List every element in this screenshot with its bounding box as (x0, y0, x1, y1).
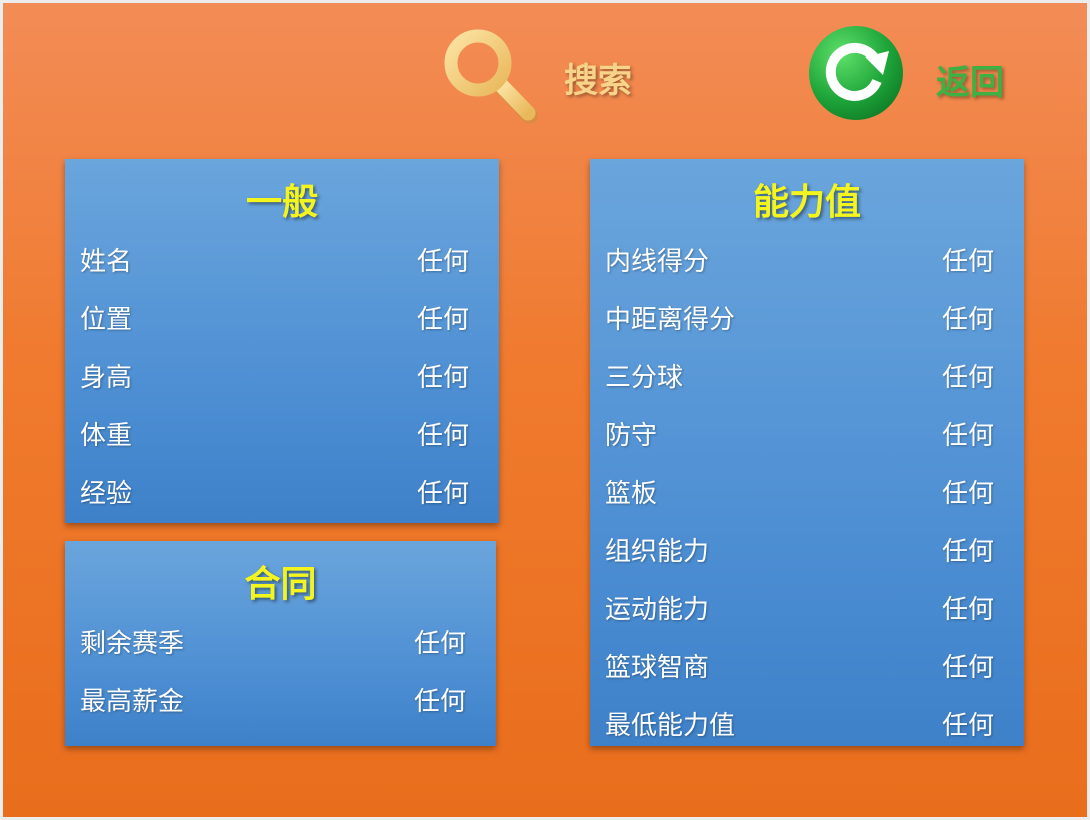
back-button[interactable]: 返回 (805, 21, 1035, 131)
filter-label: 组织能力 (605, 537, 710, 567)
filter-row-min-rating[interactable]: 最低能力值 任何 (590, 695, 1024, 745)
filter-row-defense[interactable]: 防守 任何 (590, 405, 1024, 455)
filter-row-three-point[interactable]: 三分球 任何 (590, 347, 1024, 397)
filter-row-playmaking[interactable]: 组织能力 任何 (590, 521, 1024, 571)
filter-label: 运动能力 (605, 595, 710, 625)
filter-value: 任何 (941, 305, 994, 335)
filter-value: 任何 (941, 653, 994, 683)
filter-value: 任何 (941, 479, 994, 509)
filter-label: 内线得分 (605, 247, 710, 277)
filter-row-midrange-scoring[interactable]: 中距离得分 任何 (590, 289, 1024, 339)
contract-title: 合同 (244, 564, 317, 605)
filter-value: 任何 (941, 363, 994, 393)
filter-label: 体重 (80, 421, 133, 451)
filter-value: 任何 (941, 711, 994, 741)
filter-value: 任何 (941, 595, 994, 625)
filter-row-height[interactable]: 身高 任何 (65, 347, 499, 397)
filter-row-max-salary[interactable]: 最高薪金 任何 (65, 671, 496, 721)
filter-label: 三分球 (605, 363, 684, 393)
filter-value: 任何 (413, 687, 466, 717)
filter-screen: 搜索 返回 一般 姓名 任何 位置 任何 身高 任何 体重 任何 经验 任何 合… (3, 3, 1087, 817)
filter-value: 任何 (416, 479, 469, 509)
filter-label: 身高 (80, 363, 133, 393)
filter-label: 位置 (80, 305, 133, 335)
filter-value: 任何 (416, 247, 469, 277)
filter-row-weight[interactable]: 体重 任何 (65, 405, 499, 455)
ability-panel: 能力值 内线得分 任何 中距离得分 任何 三分球 任何 防守 任何 篮板 任何 … (590, 159, 1024, 746)
filter-value: 任何 (416, 363, 469, 393)
filter-label: 篮球智商 (605, 653, 710, 683)
filter-value: 任何 (413, 629, 466, 659)
search-button[interactable]: 搜索 (433, 21, 653, 131)
filter-label: 最低能力值 (605, 711, 736, 741)
back-label: 返回 (936, 63, 1004, 103)
filter-label: 最高薪金 (80, 687, 185, 717)
search-label: 搜索 (564, 61, 632, 101)
filter-row-athleticism[interactable]: 运动能力 任何 (590, 579, 1024, 629)
filter-label: 剩余赛季 (80, 629, 185, 659)
search-icon (444, 29, 538, 124)
filter-value: 任何 (941, 247, 994, 277)
contract-panel: 合同 剩余赛季 任何 最高薪金 任何 (65, 541, 496, 746)
filter-row-inside-scoring[interactable]: 内线得分 任何 (590, 231, 1024, 281)
filter-value: 任何 (941, 421, 994, 451)
filter-label: 经验 (80, 479, 133, 509)
filter-row-rebounding[interactable]: 篮板 任何 (590, 463, 1024, 513)
filter-label: 篮板 (605, 479, 658, 509)
ability-title: 能力值 (752, 182, 861, 223)
filter-value: 任何 (416, 421, 469, 451)
filter-row-basketball-iq[interactable]: 篮球智商 任何 (590, 637, 1024, 687)
general-title: 一般 (245, 182, 318, 223)
refresh-icon (809, 26, 903, 120)
filter-label: 防守 (605, 421, 658, 451)
filter-row-seasons-left[interactable]: 剩余赛季 任何 (65, 613, 496, 663)
filter-row-position[interactable]: 位置 任何 (65, 289, 499, 339)
general-panel: 一般 姓名 任何 位置 任何 身高 任何 体重 任何 经验 任何 (65, 159, 499, 523)
filter-value: 任何 (941, 537, 994, 567)
filter-row-experience[interactable]: 经验 任何 (65, 463, 499, 513)
filter-row-name[interactable]: 姓名 任何 (65, 231, 499, 281)
filter-value: 任何 (416, 305, 469, 335)
filter-label: 姓名 (80, 247, 133, 277)
filter-label: 中距离得分 (605, 305, 736, 335)
